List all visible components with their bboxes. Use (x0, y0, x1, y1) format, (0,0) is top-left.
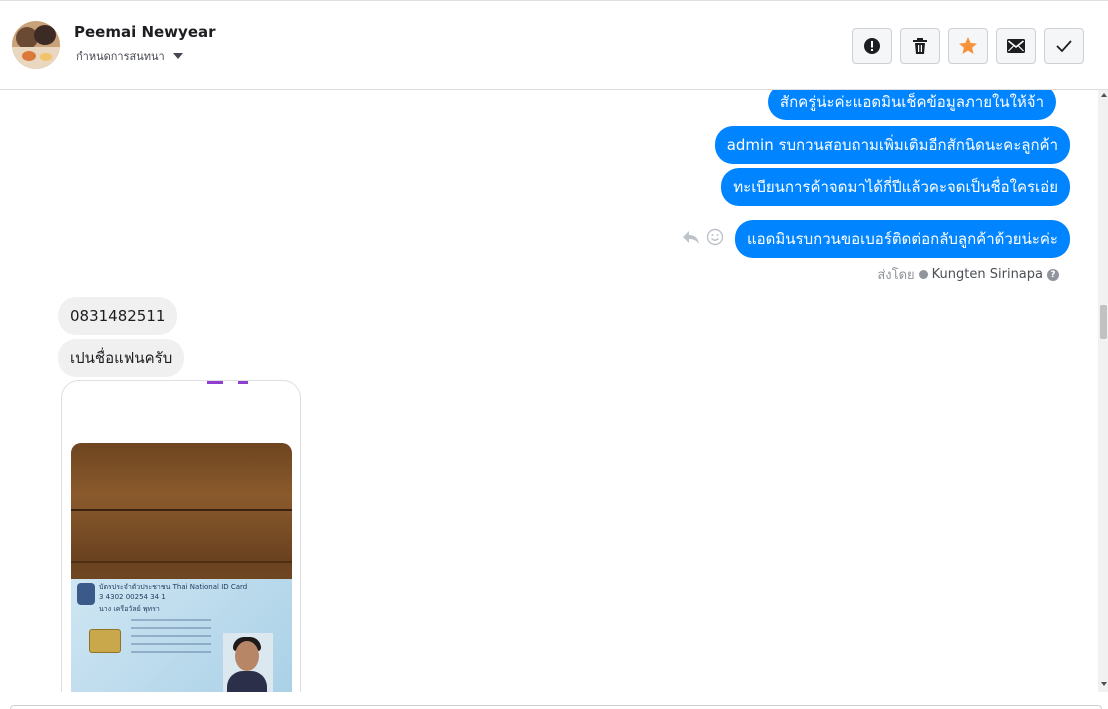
id-card-title: บัตรประจำตัวประชาชน Thai National ID Car… (99, 583, 248, 591)
spam-button[interactable] (852, 28, 892, 64)
message-thread: สักครู่น่ะค่ะแอดมินเช็คข้อมูลภายในให้จ้า… (0, 90, 1098, 692)
contact-name[interactable]: Peemai Newyear (74, 23, 216, 41)
message-actions (682, 228, 724, 246)
outgoing-message[interactable]: สักครู่น่ะค่ะแอดมินเช็คข้อมูลภายในให้จ้า (767, 90, 1056, 120)
reply-icon[interactable] (682, 229, 700, 245)
outgoing-message[interactable]: ทะเบียนการค้าจดมาได้กี่ปีแล้วคะจดเป็นชื่… (721, 168, 1070, 206)
sent-by-label: ส่งโดย (877, 268, 915, 283)
composer-input[interactable] (10, 705, 1102, 709)
trash-icon (913, 38, 927, 54)
mark-done-button[interactable] (1044, 28, 1084, 64)
incoming-message[interactable]: 0831482511 (58, 297, 178, 335)
decorative-mark (207, 381, 223, 384)
scrollbar[interactable] (1098, 90, 1108, 692)
exclamation-circle-icon (864, 38, 880, 54)
conversation-settings-label: กำหนดการสนทนา (76, 50, 165, 63)
emblem-icon (77, 583, 95, 605)
id-card-name: นาง เครือวัลย์ พุทรา (99, 605, 160, 613)
conversation-settings-menu[interactable]: กำหนดการสนทนา (76, 47, 183, 65)
emoji-reaction-icon[interactable] (706, 228, 724, 246)
star-button[interactable] (948, 28, 988, 64)
avatar[interactable] (12, 21, 60, 69)
messenger-conversation: Peemai Newyear กำหนดการสนทนา สักครู่น่ะค… (0, 0, 1108, 709)
envelope-icon (1007, 39, 1025, 53)
id-card-image: บัตรประจำตัวประชาชน Thai National ID Car… (71, 579, 292, 692)
help-icon[interactable]: ? (1047, 268, 1059, 281)
image-attachment[interactable]: บัตรประจำตัวประชาชน Thai National ID Car… (61, 380, 301, 692)
scroll-down-icon[interactable] (1101, 682, 1107, 686)
mark-unread-button[interactable] (996, 28, 1036, 64)
scrollbar-thumb[interactable] (1100, 305, 1107, 339)
chip-icon (89, 629, 121, 653)
checkmark-icon (1056, 40, 1072, 53)
decorative-mark (238, 381, 248, 384)
outgoing-message[interactable]: admin รบกวนสอบถามเพิ่มเติมอีกสักนิดนะคะล… (714, 126, 1070, 164)
id-card-number: 3 4302 00254 34 1 (99, 593, 166, 601)
outgoing-message[interactable]: แอดมินรบกวนขอเบอร์ติดต่อกลับลูกค้าด้วยน่… (735, 220, 1070, 258)
star-icon (959, 37, 977, 54)
attachment-photo: บัตรประจำตัวประชาชน Thai National ID Car… (71, 443, 292, 692)
sent-by-info: ส่งโดย Kungten Sirinapa ? (877, 264, 1059, 285)
scroll-up-icon[interactable] (1101, 93, 1107, 97)
verified-check-icon (918, 270, 928, 279)
sender-name[interactable]: Kungten Sirinapa (932, 267, 1043, 282)
caret-down-icon (172, 53, 183, 59)
delete-button[interactable] (900, 28, 940, 64)
incoming-message[interactable]: เปนชื่อแฟนครับ (58, 339, 185, 377)
conversation-header: Peemai Newyear กำหนดการสนทนา (0, 0, 1108, 90)
